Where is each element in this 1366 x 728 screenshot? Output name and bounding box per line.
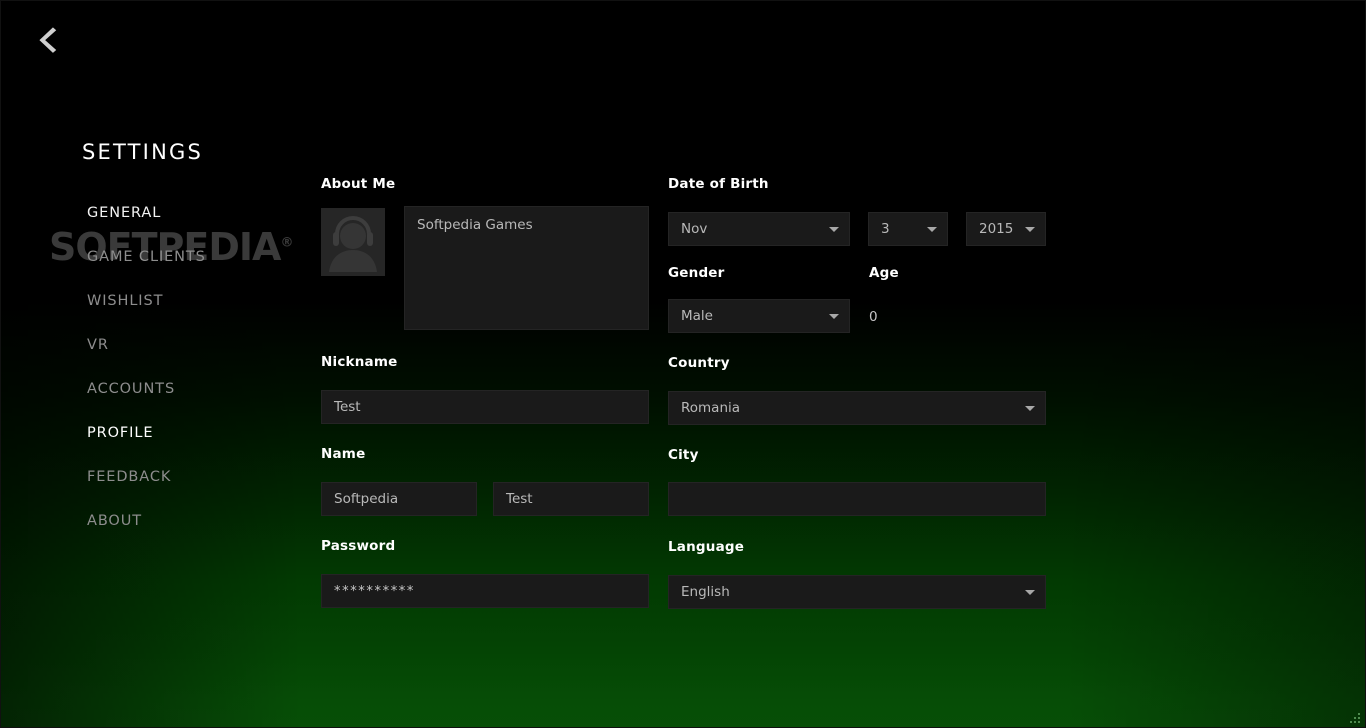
sidebar-item-vr[interactable]: VR <box>1 323 261 367</box>
chevron-down-icon <box>829 314 839 319</box>
sidebar-item-accounts[interactable]: ACCOUNTS <box>1 367 261 411</box>
sidebar-item-label: PROFILE <box>87 425 153 441</box>
settings-window: SOFTPEDIA® SETTINGS GENERAL GAME CLIENTS… <box>0 0 1366 728</box>
about-me-textarea[interactable]: Softpedia Games <box>404 206 649 330</box>
birth-month-select[interactable]: Nov <box>668 212 850 246</box>
name-label: Name <box>321 446 365 462</box>
password-value: ********** <box>334 584 415 599</box>
settings-sidebar: SETTINGS GENERAL GAME CLIENTS WISHLIST V… <box>1 1 301 728</box>
country-label: Country <box>668 355 730 371</box>
birth-month-value: Nov <box>681 221 707 237</box>
about-me-value: Softpedia Games <box>417 217 533 233</box>
password-input[interactable]: ********** <box>321 574 649 608</box>
back-button[interactable] <box>27 19 73 67</box>
first-name-value: Softpedia <box>334 491 398 507</box>
gender-select[interactable]: Male <box>668 299 850 333</box>
sidebar-item-label: VR <box>87 337 109 353</box>
last-name-input[interactable]: Test <box>493 482 649 516</box>
language-label: Language <box>668 539 744 555</box>
sidebar-item-game-clients[interactable]: GAME CLIENTS <box>1 235 261 279</box>
sidebar-item-feedback[interactable]: FEEDBACK <box>1 455 261 499</box>
settings-nav-list: GENERAL GAME CLIENTS WISHLIST VR ACCOUNT… <box>1 191 261 543</box>
chevron-down-icon <box>1025 406 1035 411</box>
first-name-input[interactable]: Softpedia <box>321 482 477 516</box>
sidebar-item-label: ABOUT <box>87 513 142 529</box>
sidebar-item-label: GENERAL <box>87 205 161 221</box>
birth-year-select[interactable]: 2015 <box>966 212 1046 246</box>
gender-label: Gender <box>668 265 725 281</box>
birth-day-value: 3 <box>881 221 890 237</box>
language-value: English <box>681 584 730 600</box>
sidebar-item-profile[interactable]: PROFILE <box>1 411 261 455</box>
sidebar-item-label: ACCOUNTS <box>87 381 175 397</box>
date-of-birth-label: Date of Birth <box>668 176 769 192</box>
gender-value: Male <box>681 308 713 324</box>
nickname-value: Test <box>334 399 361 415</box>
country-select[interactable]: Romania <box>668 391 1046 425</box>
last-name-value: Test <box>506 491 533 507</box>
sidebar-item-label: FEEDBACK <box>87 469 171 485</box>
chevron-down-icon <box>1025 227 1035 232</box>
nickname-input[interactable]: Test <box>321 390 649 424</box>
chevron-down-icon <box>829 227 839 232</box>
nickname-label: Nickname <box>321 354 397 370</box>
birth-day-select[interactable]: 3 <box>868 212 948 246</box>
chevron-down-icon <box>1025 590 1035 595</box>
avatar[interactable] <box>321 208 385 276</box>
user-headset-avatar-icon <box>321 208 385 276</box>
page-title: SETTINGS <box>82 140 203 164</box>
resize-grip-icon[interactable] <box>1344 707 1360 723</box>
about-me-label: About Me <box>321 176 395 192</box>
sidebar-item-label: GAME CLIENTS <box>87 249 206 265</box>
language-select[interactable]: English <box>668 575 1046 609</box>
sidebar-item-about[interactable]: ABOUT <box>1 499 261 543</box>
country-value: Romania <box>681 400 740 416</box>
chevron-left-icon <box>36 27 64 59</box>
age-value: 0 <box>869 309 878 325</box>
sidebar-item-wishlist[interactable]: WISHLIST <box>1 279 261 323</box>
city-label: City <box>668 447 699 463</box>
age-label: Age <box>869 265 899 281</box>
birth-year-value: 2015 <box>979 221 1013 237</box>
sidebar-item-label: WISHLIST <box>87 293 163 309</box>
password-label: Password <box>321 538 395 554</box>
sidebar-item-general[interactable]: GENERAL <box>1 191 261 235</box>
city-input[interactable] <box>668 482 1046 516</box>
chevron-down-icon <box>927 227 937 232</box>
